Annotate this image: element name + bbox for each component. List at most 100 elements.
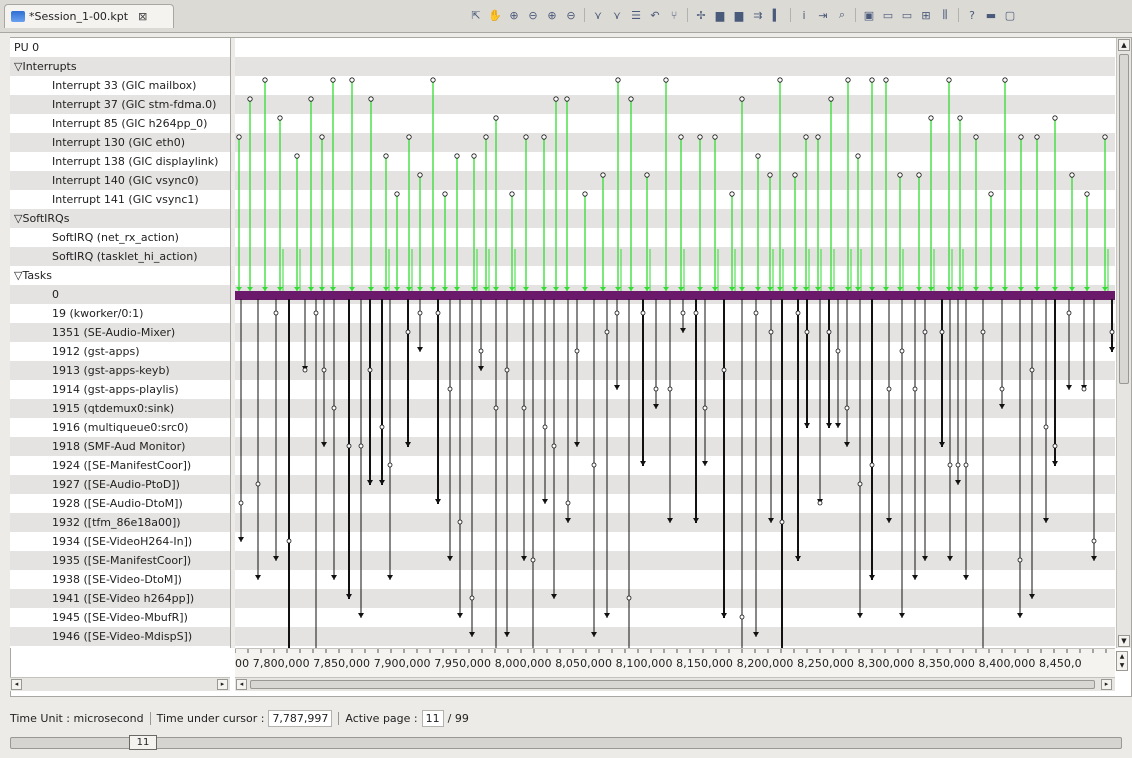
zoom-in-icon[interactable]: ⊕	[506, 7, 522, 23]
chart-scroll-right-button[interactable]: ▸	[1101, 679, 1112, 690]
trace-row-label: 19 (kworker/0:1)	[52, 307, 144, 320]
task-wakeup-marker	[255, 481, 261, 487]
layout-alt-icon[interactable]: ▭	[899, 7, 915, 23]
group-row[interactable]: ▽Tasks	[10, 266, 230, 285]
interrupt-marker	[349, 77, 355, 83]
interrupt-marker	[628, 96, 634, 102]
hand-pan-icon[interactable]: ✋	[487, 7, 503, 23]
row-label-tree[interactable]: PU 0 ▽Interrupts Interrupt 33 (GIC mailbox…	[10, 38, 231, 648]
task-switch-arrow	[604, 613, 610, 618]
zoom-out-icon[interactable]: ⊖	[525, 7, 541, 23]
session-tab[interactable]: *Session_1-00.kpt ⊠	[4, 4, 174, 28]
page-total: / 99	[447, 711, 469, 725]
target-icon[interactable]: ✢	[693, 7, 709, 23]
interrupt-marker	[712, 134, 718, 140]
page-slider-thumb[interactable]: 11	[129, 735, 157, 750]
trace-row-label: 1927 ([SE-Audio-PtoD])	[10, 475, 230, 494]
trace-row-label: 1945 ([SE-Video-MbufR])	[52, 611, 188, 624]
vertical-scrollbar[interactable]: ▲ ▼	[1116, 38, 1131, 648]
page-slider[interactable]: 11	[10, 735, 1122, 750]
interrupt-marker	[815, 134, 821, 140]
scroll-up-button[interactable]: ▲	[1118, 39, 1130, 51]
undo-icon[interactable]: ↶	[647, 7, 663, 23]
axis-spinner[interactable]: ▲ ▼	[1116, 651, 1128, 671]
zoom-in-alt-icon[interactable]: ⊕	[544, 7, 560, 23]
interrupt-marker	[330, 77, 336, 83]
task-wakeup-marker	[358, 443, 364, 449]
vertical-scroll-thumb[interactable]	[1119, 54, 1129, 384]
group-row[interactable]: ▽SoftIRQs	[10, 209, 230, 228]
trace-row-label: SoftIRQ (net_rx_action)	[52, 231, 179, 244]
close-tab-icon[interactable]: ⊠	[138, 10, 147, 23]
chart-horizontal-scrollbar[interactable]: ◂ ▸	[235, 677, 1115, 691]
branch-icon[interactable]: ⑂	[666, 7, 682, 23]
task-wakeup-marker	[999, 386, 1005, 392]
interrupt-marker	[417, 172, 423, 178]
interrupt-marker	[1069, 172, 1075, 178]
trace-row-label: 1914 (gst-apps-playlis)	[52, 383, 179, 396]
task-wakeup-marker	[614, 310, 620, 316]
interrupt-marker	[483, 134, 489, 140]
scroll-down-button[interactable]: ▼	[1118, 635, 1130, 647]
zoom-out-alt-icon[interactable]: ⊖	[563, 7, 579, 23]
active-page-input[interactable]: 11	[421, 709, 444, 727]
maximize-icon[interactable]: ▢	[1002, 7, 1018, 23]
trace-row-label: 1912 (gst-apps)	[52, 345, 140, 358]
find-icon[interactable]: ⌕	[834, 7, 850, 23]
row-stripe	[235, 209, 1115, 228]
filter-edit-icon[interactable]: ⋎	[609, 7, 625, 23]
task-wakeup-marker	[604, 329, 610, 335]
labels-horizontal-scrollbar[interactable]: ◂ ▸	[10, 677, 230, 691]
chart-horizontal-thumb[interactable]	[250, 680, 1095, 689]
table-icon[interactable]: ☰	[628, 7, 644, 23]
interrupt-marker	[368, 96, 374, 102]
timeline-chart[interactable]	[235, 38, 1115, 648]
filter-icon[interactable]: ⋎	[590, 7, 606, 23]
marker-icon[interactable]: ▍	[769, 7, 785, 23]
bar-chart-icon[interactable]: ▆	[712, 7, 728, 23]
trace-row-label: 1946 ([SE-Video-MdispS])	[10, 627, 230, 646]
interrupt-marker	[644, 172, 650, 178]
layout-tree-icon[interactable]: ⊞	[918, 7, 934, 23]
interrupt-marker	[564, 96, 570, 102]
task-wakeup-marker	[551, 443, 557, 449]
task-wakeup-marker	[1066, 310, 1072, 316]
help-icon[interactable]: ?	[964, 7, 980, 23]
chart-scroll-left-button[interactable]: ◂	[236, 679, 247, 690]
interrupt-marker	[957, 115, 963, 121]
minimize-icon[interactable]: ▬	[983, 7, 999, 23]
task-wakeup-marker	[457, 519, 463, 525]
task-switch-arrow	[387, 575, 393, 580]
export-icon[interactable]: ⇥	[815, 7, 831, 23]
interrupt-marker	[946, 77, 952, 83]
task-wakeup-marker	[542, 424, 548, 430]
interrupt-marker	[869, 77, 875, 83]
task-switch-arrow	[1052, 461, 1058, 466]
editor-tab-bar: *Session_1-00.kpt ⊠ ⇱ ✋ ⊕ ⊖ ⊕ ⊖ ⋎ ⋎ ☰ ↶ ⑂ ✢ ▆ ▆ ⇉ ▍ i ⇥ ⌕ ▣…	[0, 0, 1132, 33]
interrupt-marker	[493, 115, 499, 121]
layout-icon[interactable]: ▭	[880, 7, 896, 23]
info-icon[interactable]: i	[796, 7, 812, 23]
select-pointer-icon[interactable]: ⇱	[468, 7, 484, 23]
task-wakeup-marker	[405, 329, 411, 335]
bar-chart-alt-icon[interactable]: ▆	[731, 7, 747, 23]
toolbar-separator	[958, 8, 959, 22]
transition-icon[interactable]: ⇉	[750, 7, 766, 23]
interrupt-marker	[553, 96, 559, 102]
timeline-svg[interactable]	[235, 38, 1115, 648]
save-icon[interactable]: ▣	[861, 7, 877, 23]
task-wakeup-marker	[693, 310, 699, 316]
columns-icon[interactable]: ⫼	[937, 7, 953, 23]
labels-scroll-left-button[interactable]: ◂	[11, 679, 22, 690]
trace-row-label: Interrupt 138 (GIC displaylink)	[52, 155, 219, 168]
task-wakeup-marker	[1081, 386, 1087, 392]
task-wakeup-marker	[886, 386, 892, 392]
group-row[interactable]: ▽Interrupts	[10, 57, 230, 76]
interrupt-marker	[803, 134, 809, 140]
task-switch-arrow	[255, 575, 261, 580]
task-wakeup-marker	[626, 595, 632, 601]
labels-scroll-right-button[interactable]: ▸	[217, 679, 228, 690]
interrupt-marker	[319, 134, 325, 140]
task-wakeup-marker	[804, 329, 810, 335]
interrupt-marker	[509, 191, 515, 197]
